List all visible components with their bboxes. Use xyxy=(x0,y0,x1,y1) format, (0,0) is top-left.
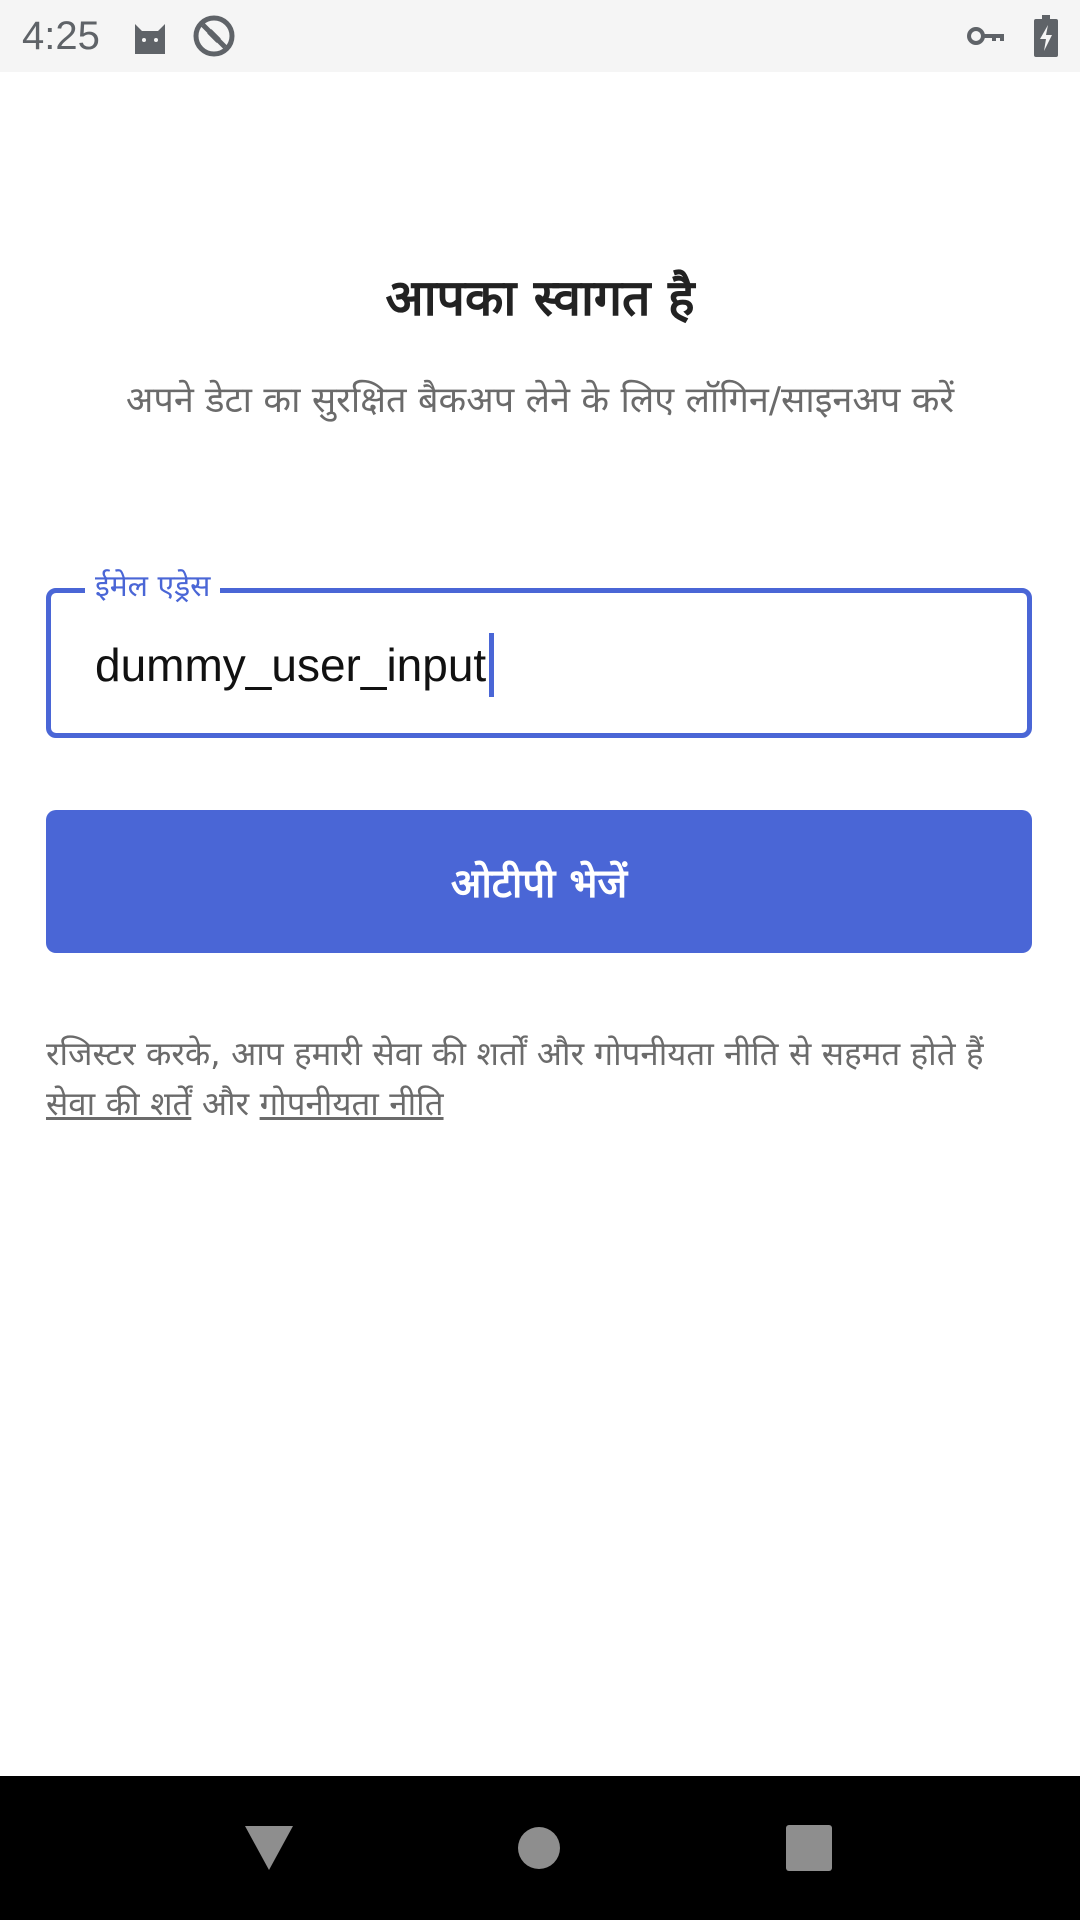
terms-text: रजिस्टर करके, आप हमारी सेवा की शर्तों और… xyxy=(46,1034,984,1073)
terms-of-service-link[interactable]: सेवा की शर्तें xyxy=(46,1084,191,1123)
status-left-icons xyxy=(130,14,236,58)
email-input-value: dummy_user_input xyxy=(95,639,487,691)
home-button[interactable] xyxy=(459,1776,619,1920)
welcome-subtitle: अपने डेटा का सुरक्षित बैकअप लेने के लिए … xyxy=(125,380,955,421)
battery-charging-icon xyxy=(1034,15,1058,57)
terms-notice: रजिस्टर करके, आप हमारी सेवा की शर्तों और… xyxy=(46,1030,1036,1128)
do-not-disturb-icon xyxy=(192,14,236,58)
welcome-title: आपका स्वागत है xyxy=(385,269,695,327)
terms-links: सेवा की शर्तें और गोपनीयता नीति xyxy=(46,1080,1036,1128)
status-bar: 4:25 xyxy=(0,0,1080,72)
email-field[interactable]: ईमेल एड्रेस dummy_user_input xyxy=(46,567,1032,738)
recents-button[interactable] xyxy=(729,1776,889,1920)
send-otp-button[interactable]: ओटीपी भेजें xyxy=(46,810,1032,953)
navigation-bar xyxy=(0,1776,1080,1920)
home-icon xyxy=(518,1827,560,1869)
email-input[interactable]: dummy_user_input xyxy=(95,633,495,697)
recents-icon xyxy=(786,1825,832,1871)
status-right-icons xyxy=(966,15,1058,57)
back-icon xyxy=(245,1826,293,1870)
cat-notification-icon xyxy=(130,16,170,56)
email-field-label: ईमेल एड्रेस xyxy=(85,567,221,607)
text-cursor xyxy=(489,633,495,697)
login-screen: 4:25 आपका स्वागत है अपने डेटा का सुरक्षि… xyxy=(0,0,1080,1920)
privacy-policy-link[interactable]: गोपनीयता नीति xyxy=(260,1084,444,1123)
status-time: 4:25 xyxy=(22,13,100,58)
vpn-key-icon xyxy=(966,23,1006,49)
back-button[interactable] xyxy=(189,1776,349,1920)
terms-and-text: और xyxy=(201,1084,250,1123)
